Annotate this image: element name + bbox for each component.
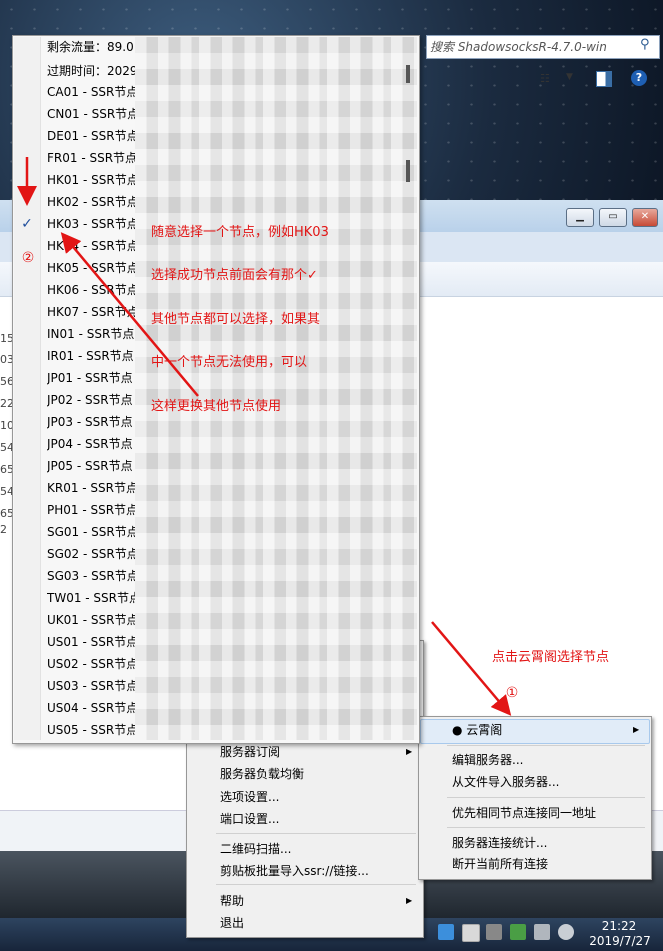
file-size-fragment: 65: [0, 507, 14, 520]
view-options-icon[interactable]: ☷: [540, 72, 556, 86]
minimize-button[interactable]: ▁: [566, 208, 594, 227]
clock-date[interactable]: 2019/7/27: [586, 934, 654, 948]
scroll-marker: [406, 65, 410, 83]
server-item[interactable]: IN01 - SSR节点: [47, 325, 135, 343]
menu-item[interactable]: 服务器负载均衡: [220, 765, 410, 783]
server-item[interactable]: SG01 - SSR节点: [47, 523, 135, 541]
server-item[interactable]: HK01 - SSR节点: [47, 171, 135, 189]
tray-security-icon[interactable]: [510, 924, 526, 940]
server-item[interactable]: JP03 - SSR节点: [47, 413, 135, 431]
clock-time[interactable]: 21:22: [594, 919, 644, 933]
scroll-marker: [406, 160, 410, 182]
preview-pane-icon[interactable]: [596, 71, 612, 87]
tray-vm-icon[interactable]: [486, 924, 502, 940]
menu-item[interactable]: 剪贴板批量导入ssr://链接...: [220, 862, 410, 880]
submenu-item[interactable]: 从文件导入服务器...: [452, 773, 642, 791]
submenu-item[interactable]: 优先相同节点连接同一地址: [452, 804, 642, 822]
submenu-arrow-icon: ▶: [633, 725, 640, 734]
server-item[interactable]: JP01 - SSR节点: [47, 369, 135, 387]
file-size-fragment: 54: [0, 441, 14, 454]
menu-separator: [447, 797, 645, 798]
server-item[interactable]: DE01 - SSR节点: [47, 127, 135, 145]
tray-network-icon[interactable]: [534, 924, 550, 940]
instruction-line: 这样更换其他节点使用: [151, 399, 282, 414]
instruction-line: 选择成功节点前面会有那个✓: [151, 268, 318, 283]
file-size-fragment: 22: [0, 397, 14, 410]
submenu-arrow-icon: ▶: [406, 747, 413, 756]
server-item[interactable]: JP02 - SSR节点: [47, 391, 135, 409]
server-list-check-gutter: [14, 37, 41, 740]
server-item[interactable]: HK02 - SSR节点: [47, 193, 135, 211]
server-item[interactable]: SG03 - SSR节点: [47, 567, 135, 585]
remaining-traffic-label: 剩余流量：89.0: [47, 40, 134, 54]
server-item[interactable]: KR01 - SSR节点: [47, 479, 135, 497]
server-item[interactable]: PH01 - SSR节点: [47, 501, 135, 519]
submenu-item[interactable]: 编辑服务器...: [452, 751, 642, 769]
file-size-fragment: 54: [0, 485, 14, 498]
close-button[interactable]: ✕: [632, 208, 658, 227]
menu-item[interactable]: 服务器订阅: [220, 743, 410, 761]
submenu-item[interactable]: 服务器连接统计...: [452, 834, 642, 852]
file-size-fragment: 10: [0, 419, 14, 432]
menu-item[interactable]: 退出: [220, 914, 410, 932]
server-item[interactable]: HK03 - SSR节点: [47, 215, 135, 233]
server-item[interactable]: HK07 - SSR节点: [47, 303, 135, 321]
file-size-fragment: 15: [0, 332, 14, 345]
server-item[interactable]: TW01 - SSR节点: [47, 589, 135, 607]
tray-app-icon[interactable]: [438, 924, 454, 940]
menu-item[interactable]: 二维码扫描...: [220, 840, 410, 858]
file-size-fragment: 65: [0, 463, 14, 476]
step1-note: 点击云霄阁选择节点: [492, 650, 610, 665]
server-item[interactable]: US03 - SSR节点: [47, 677, 135, 695]
file-size-fragment: 56: [0, 375, 14, 388]
menu-item[interactable]: 选项设置...: [220, 788, 410, 806]
instruction-line: 其他节点都可以选择，如果其: [151, 312, 321, 327]
menu-separator: [216, 833, 416, 834]
expiry-label: 过期时间：2029: [47, 64, 135, 78]
menu-separator: [447, 745, 645, 746]
step2-marker: ②: [21, 250, 35, 266]
server-item[interactable]: CN01 - SSR节点: [47, 105, 135, 123]
server-item[interactable]: IR01 - SSR节点: [47, 347, 135, 365]
blurred-region: [135, 37, 417, 740]
server-item[interactable]: HK06 - SSR节点: [47, 281, 135, 299]
server-item[interactable]: JP04 - SSR节点: [47, 435, 135, 453]
server-item[interactable]: HK04 - SSR节点: [47, 237, 135, 255]
step1-marker: ①: [505, 685, 519, 701]
server-item[interactable]: CA01 - SSR节点: [47, 83, 135, 101]
help-icon[interactable]: ?: [631, 70, 647, 86]
server-group-item-yunxiaoge[interactable]: ● 云霄阁: [452, 721, 642, 739]
instruction-line: 随意选择一个节点，例如HK03: [151, 225, 329, 240]
search-placeholder: 搜索 ShadowsocksR-4.7.0-win: [430, 40, 607, 54]
server-item[interactable]: SG02 - SSR节点: [47, 545, 135, 563]
menu-item[interactable]: 端口设置...: [220, 810, 410, 828]
tray-volume-icon[interactable]: [558, 924, 574, 940]
instruction-line: 中一个节点无法使用，可以: [151, 355, 308, 370]
menu-separator: [216, 884, 416, 885]
file-size-fragment: 03: [0, 353, 14, 366]
chevron-down-icon[interactable]: ▼: [566, 72, 576, 84]
server-item[interactable]: US02 - SSR节点: [47, 655, 135, 673]
file-size-fragment: 2: [0, 523, 7, 536]
server-item[interactable]: US05 - SSR节点: [47, 721, 135, 739]
tray-network-error-icon[interactable]: [462, 924, 480, 942]
menu-item[interactable]: 帮助: [220, 892, 410, 910]
selected-check-icon: ✓: [21, 216, 33, 232]
server-item[interactable]: FR01 - SSR节点: [47, 149, 135, 167]
server-item[interactable]: US01 - SSR节点: [47, 633, 135, 651]
search-icon[interactable]: ⚲: [640, 37, 656, 53]
server-item[interactable]: UK01 - SSR节点: [47, 611, 135, 629]
server-item[interactable]: JP05 - SSR节点: [47, 457, 135, 475]
server-item[interactable]: US04 - SSR节点: [47, 699, 135, 717]
submenu-item[interactable]: 断开当前所有连接: [452, 855, 642, 873]
maximize-button[interactable]: ▭: [599, 208, 627, 227]
menu-separator: [447, 827, 645, 828]
submenu-arrow-icon: ▶: [406, 896, 413, 905]
server-item[interactable]: HK05 - SSR节点: [47, 259, 135, 277]
